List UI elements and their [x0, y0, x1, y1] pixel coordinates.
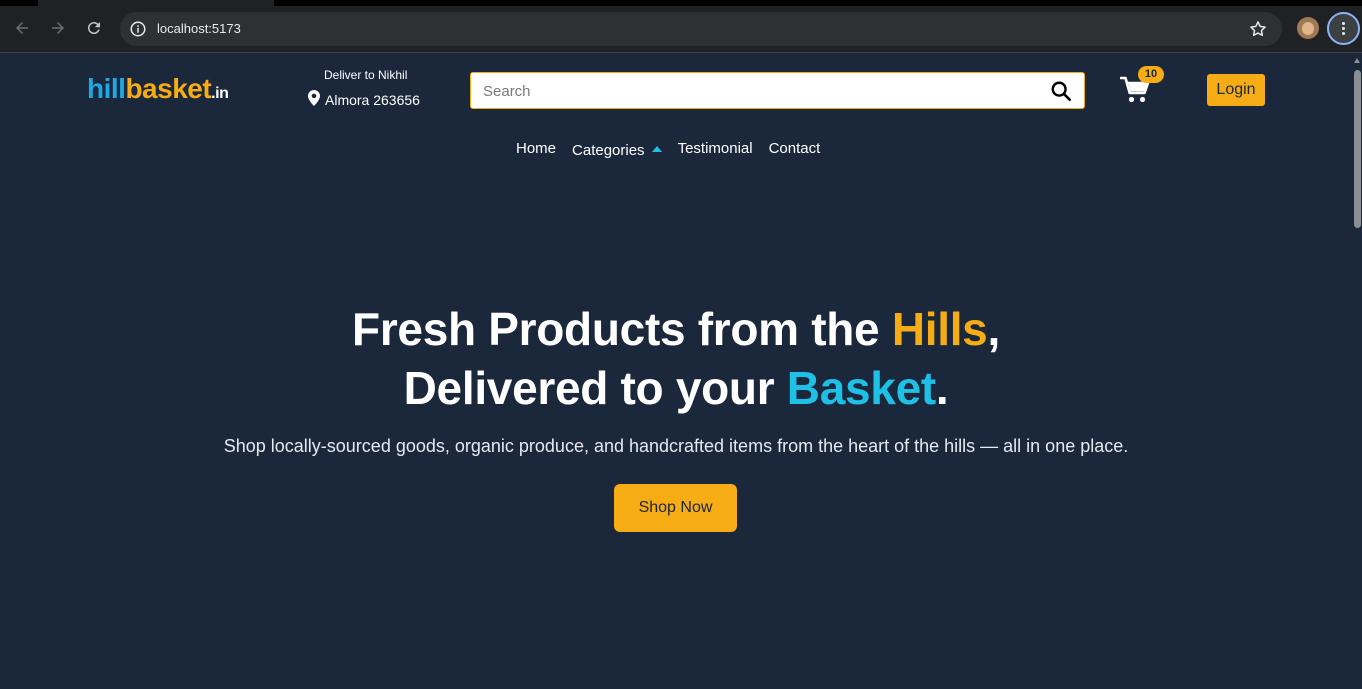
forward-icon[interactable]	[47, 17, 69, 39]
reload-icon[interactable]	[83, 17, 105, 39]
search-input[interactable]	[483, 80, 1023, 102]
site-logo[interactable]: hillbasket.in	[87, 73, 229, 105]
location-pin-icon	[308, 90, 320, 106]
tab-strip	[0, 0, 1362, 6]
active-tab[interactable]	[38, 0, 274, 6]
hero-line2-punct: .	[935, 362, 949, 414]
deliver-to-label: Deliver to Nikhil	[324, 68, 408, 82]
shop-now-button[interactable]: Shop Now	[614, 484, 737, 532]
search-bar	[470, 72, 1085, 109]
star-icon[interactable]	[1248, 19, 1268, 39]
login-button[interactable]: Login	[1207, 74, 1265, 106]
search-icon[interactable]	[1050, 80, 1072, 102]
hero-line1-text: Fresh Products from the	[352, 303, 892, 355]
scrollbar-thumb[interactable]	[1354, 70, 1361, 228]
hero-highlight-basket: Basket	[786, 362, 936, 414]
page-scrollbar[interactable]	[1352, 53, 1362, 689]
nav-home[interactable]: Home	[516, 140, 556, 160]
main-nav: Home Categories Testimonial Contact	[516, 140, 820, 160]
hero-line2-text: Delivered to your	[403, 362, 787, 414]
url-text: localhost:5173	[157, 21, 241, 36]
hero-highlight-hills: Hills	[891, 303, 988, 355]
caret-up-icon	[651, 145, 662, 152]
profile-avatar[interactable]	[1297, 17, 1319, 39]
back-icon[interactable]	[11, 17, 33, 39]
address-bar[interactable]: localhost:5173	[120, 12, 1282, 46]
cart-count-badge: 10	[1138, 66, 1164, 83]
hero-subtitle: Shop locally-sourced goods, organic prod…	[223, 436, 1129, 456]
logo-part-tld: .in	[211, 85, 229, 102]
nav-categories[interactable]: Categories	[572, 140, 662, 160]
kebab-menu-icon[interactable]	[1327, 12, 1360, 45]
logo-part-hill: hill	[87, 73, 126, 104]
delivery-location-text: Almora 263656	[325, 92, 420, 108]
scroll-up-arrow-icon[interactable]	[1354, 58, 1360, 63]
nav-contact[interactable]: Contact	[769, 140, 821, 160]
nav-categories-label: Categories	[572, 141, 645, 159]
info-icon[interactable]	[129, 20, 147, 38]
nav-testimonial[interactable]: Testimonial	[678, 140, 753, 160]
hero-heading: Fresh Products from the Hills, Delivered…	[0, 300, 1352, 418]
hero-line1-punct: ,	[987, 303, 1000, 355]
logo-part-basket: basket	[125, 73, 212, 104]
browser-toolbar: localhost:5173	[0, 0, 1362, 53]
